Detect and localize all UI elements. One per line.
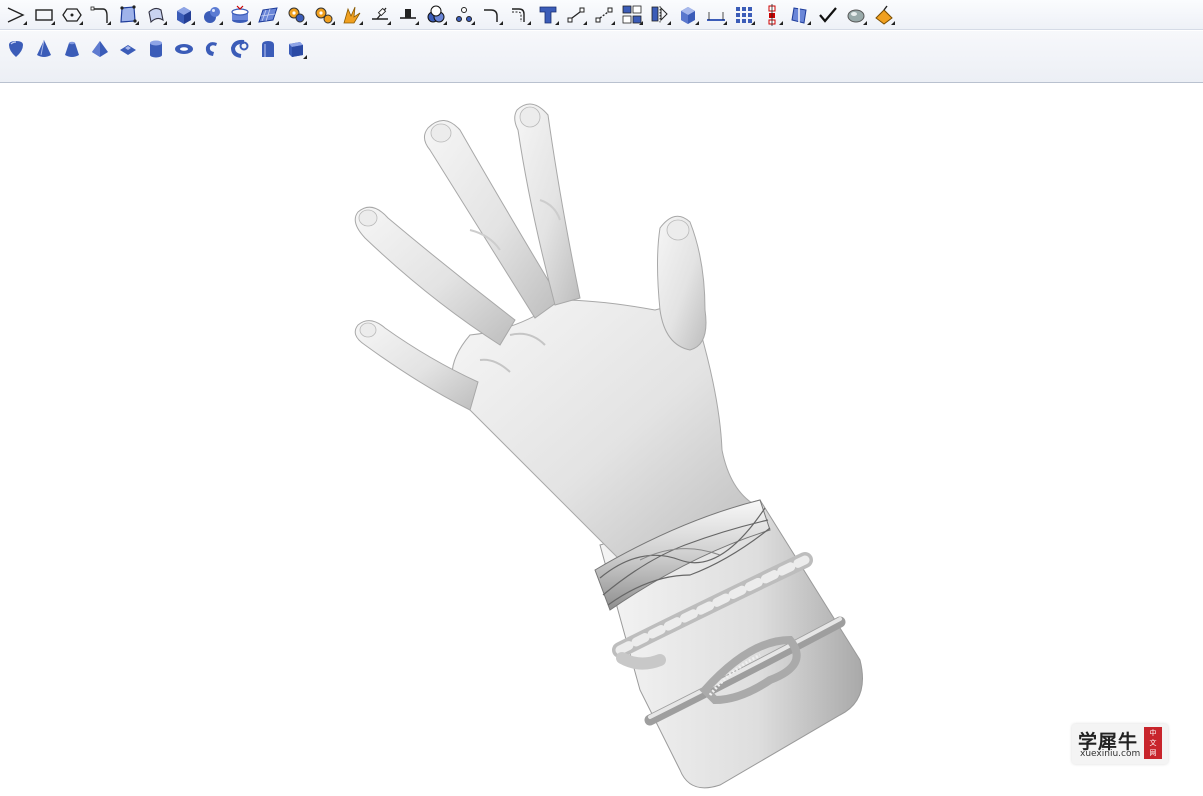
- toolbar-button-planar[interactable]: [254, 3, 282, 27]
- rectangle-icon: [35, 8, 53, 21]
- sphere-solid-icon: [204, 6, 220, 23]
- curve-icon: [90, 6, 108, 23]
- align-icon: [768, 3, 776, 26]
- truncated-cone-icon: [65, 41, 79, 57]
- torus-icon: [205, 42, 217, 56]
- toolbar-button-move[interactable]: [562, 3, 590, 27]
- toolbar-button-fillet-curve[interactable]: [478, 3, 506, 27]
- surface-from-points-icon: [120, 4, 137, 23]
- toolbar-button-split[interactable]: [394, 3, 422, 27]
- cylinder-extrude-icon: [231, 5, 249, 23]
- toolbar-button-analyze[interactable]: [786, 3, 814, 27]
- toolbar-button-cylinder[interactable]: [142, 37, 170, 61]
- pyramid-icon: [92, 41, 108, 57]
- array-grid-icon: [736, 6, 752, 23]
- tube-icon: [262, 41, 274, 57]
- planar-surface-icon: [258, 6, 278, 23]
- toolbar-button-tube[interactable]: [254, 37, 282, 61]
- watermark-badge: 中 文 网: [1144, 727, 1162, 759]
- toolbar-button-explode[interactable]: [338, 3, 366, 27]
- toolbar-button-text[interactable]: [534, 3, 562, 27]
- toolbar-button-cone[interactable]: [30, 37, 58, 61]
- toolbar-button-trim[interactable]: [366, 3, 394, 27]
- toolbar-button-view-box[interactable]: [674, 3, 702, 27]
- render-icon: [847, 9, 865, 22]
- toolbar-button-box[interactable]: [282, 37, 310, 61]
- ellipsoid-icon: [175, 44, 193, 54]
- offset-curve-icon: [512, 7, 525, 22]
- toolbar-button-sphere[interactable]: [2, 37, 30, 61]
- fillet-curve-icon: [484, 8, 498, 22]
- toolbar-button-truncated-pyramid[interactable]: [114, 37, 142, 61]
- toolbar-button-material[interactable]: [870, 3, 898, 27]
- group-icon: [622, 5, 642, 23]
- truncated-pyramid-icon: [120, 45, 136, 55]
- perspective-viewport[interactable]: 学犀牛 xuexiniu.com 中 文 网: [0, 84, 1203, 796]
- points-icon: [456, 6, 472, 22]
- material-bucket-icon: [875, 5, 893, 25]
- toolbar-button-render[interactable]: [842, 3, 870, 27]
- boolean-union-icon: [427, 5, 445, 22]
- toolbar-button-pyramid[interactable]: [86, 37, 114, 61]
- toolbar-button-pipe[interactable]: [226, 37, 254, 61]
- sphere-icon: [9, 41, 23, 57]
- move-icon: [567, 7, 585, 22]
- mirror-icon: [651, 5, 668, 24]
- toolbar-button-group[interactable]: [618, 3, 646, 27]
- toolbar-button-truncated-cone[interactable]: [58, 37, 86, 61]
- boolean-gear-alt-icon: [315, 7, 333, 23]
- toolbar-button-align[interactable]: [758, 3, 786, 27]
- extrude-surface-icon: [148, 7, 164, 23]
- toolbar-button-points[interactable]: [450, 3, 478, 27]
- toolbar-button-array[interactable]: [730, 3, 758, 27]
- toolbar-button-torus[interactable]: [198, 37, 226, 61]
- toolbar-button-extrude[interactable]: [142, 3, 170, 27]
- polyline-icon: [7, 6, 25, 23]
- trim-icon: [372, 7, 388, 20]
- explode-icon: [343, 6, 361, 23]
- toolbar-button-rectangle[interactable]: [30, 3, 58, 27]
- toolbar-button-copy[interactable]: [590, 3, 618, 27]
- toolbar-button-surface-points[interactable]: [114, 3, 142, 27]
- toolbar-button-sphere-solid[interactable]: [198, 3, 226, 27]
- toolbar-solids: [0, 31, 1203, 83]
- analyze-icon: [791, 6, 807, 24]
- cylinder-icon: [150, 40, 162, 58]
- watermark-url: xuexiniu.com: [1080, 749, 1141, 759]
- toolbar-button-cylinder-extrude[interactable]: [226, 3, 254, 27]
- boolean-gear-icon: [288, 7, 305, 22]
- toolbar-button-box-solid[interactable]: [170, 3, 198, 27]
- view-box-icon: [681, 6, 695, 24]
- pipe-icon: [230, 39, 249, 58]
- watermark-logo: 学犀牛 xuexiniu.com 中 文 网: [1072, 724, 1168, 764]
- check-icon: [819, 6, 837, 23]
- toolbar-button-boolean-union[interactable]: [422, 3, 450, 27]
- toolbar-button-curve[interactable]: [86, 3, 114, 27]
- polygon-icon: [62, 7, 82, 22]
- toolbar-button-gear-alt[interactable]: [310, 3, 338, 27]
- toolbar-button-polygon[interactable]: [58, 3, 86, 27]
- hand-model-render: [354, 103, 863, 789]
- toolbar-button-polyline[interactable]: [2, 3, 30, 27]
- cone-icon: [37, 39, 51, 57]
- split-icon: [400, 8, 416, 19]
- dimension-icon: [707, 11, 725, 21]
- toolbar-button-gear[interactable]: [282, 3, 310, 27]
- toolbar-button-offset-curve[interactable]: [506, 3, 534, 27]
- toolbar-button-mirror[interactable]: [646, 3, 674, 27]
- box-solid-icon: [177, 6, 191, 24]
- copy-icon: [595, 7, 613, 22]
- toolbar-main: [0, 0, 1203, 30]
- toolbar-button-ellipsoid[interactable]: [170, 37, 198, 61]
- box-icon: [289, 42, 303, 57]
- toolbar-button-dimension[interactable]: [702, 3, 730, 27]
- toolbar-button-check[interactable]: [814, 3, 842, 27]
- text-icon: [539, 6, 557, 23]
